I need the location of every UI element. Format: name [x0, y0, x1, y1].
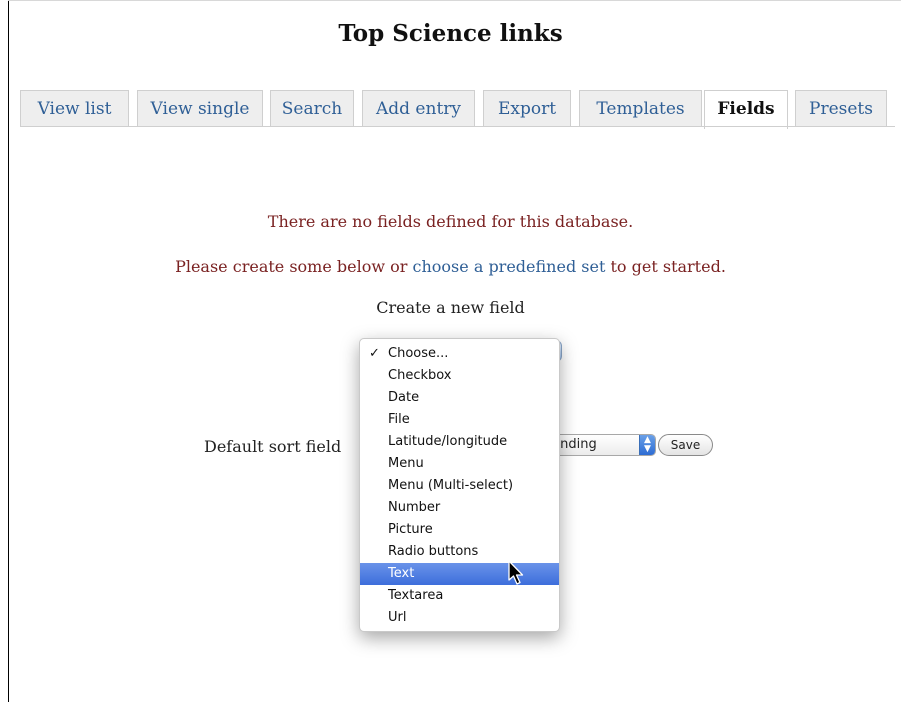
- save-button[interactable]: Save: [658, 434, 713, 456]
- checkmark-icon: ✓: [369, 346, 380, 361]
- mouse-pointer-icon: [508, 560, 524, 585]
- field-type-option[interactable]: Radio buttons: [360, 541, 559, 563]
- field-type-option[interactable]: File: [360, 409, 559, 431]
- field-type-option[interactable]: Menu (Multi-select): [360, 475, 559, 497]
- field-type-option[interactable]: Checkbox: [360, 365, 559, 387]
- tab-templates[interactable]: Templates: [579, 90, 702, 127]
- tab-view-single[interactable]: View single: [137, 90, 263, 127]
- field-type-option[interactable]: Textarea: [360, 585, 559, 607]
- window-top-border: [8, 0, 901, 1]
- create-suffix-text: to get started.: [605, 257, 726, 276]
- tab-presets[interactable]: Presets: [795, 90, 887, 127]
- tab-view-list[interactable]: View list: [20, 90, 129, 127]
- default-sort-label: Default sort field: [204, 437, 342, 456]
- create-instructions: Please create some below or choose a pre…: [0, 257, 901, 276]
- predefined-set-link[interactable]: choose a predefined set: [413, 257, 606, 276]
- field-type-menu[interactable]: ✓ Choose... Checkbox Date File Latitude/l…: [359, 338, 560, 632]
- tab-underline: [20, 126, 895, 127]
- create-prefix-text: Please create some below or: [175, 257, 413, 276]
- tab-add-entry[interactable]: Add entry: [362, 90, 475, 127]
- field-type-option[interactable]: Picture: [360, 519, 559, 541]
- create-field-label: Create a new field: [376, 298, 525, 317]
- tab-fields[interactable]: Fields: [704, 90, 788, 129]
- field-type-option[interactable]: Number: [360, 497, 559, 519]
- tab-export[interactable]: Export: [483, 90, 571, 127]
- field-type-option[interactable]: Latitude/longitude: [360, 431, 559, 453]
- field-type-option[interactable]: Date: [360, 387, 559, 409]
- field-type-option[interactable]: Menu: [360, 453, 559, 475]
- field-type-option-highlighted[interactable]: Text: [360, 563, 559, 585]
- page-title: Top Science links: [338, 20, 563, 47]
- tab-search[interactable]: Search: [270, 90, 354, 127]
- no-fields-message: There are no fields defined for this dat…: [267, 212, 634, 231]
- window-left-border: [8, 0, 9, 702]
- up-down-arrows-icon: ▲ ▼: [639, 435, 655, 455]
- field-type-option[interactable]: Url: [360, 607, 559, 629]
- field-type-option[interactable]: ✓ Choose...: [360, 343, 559, 365]
